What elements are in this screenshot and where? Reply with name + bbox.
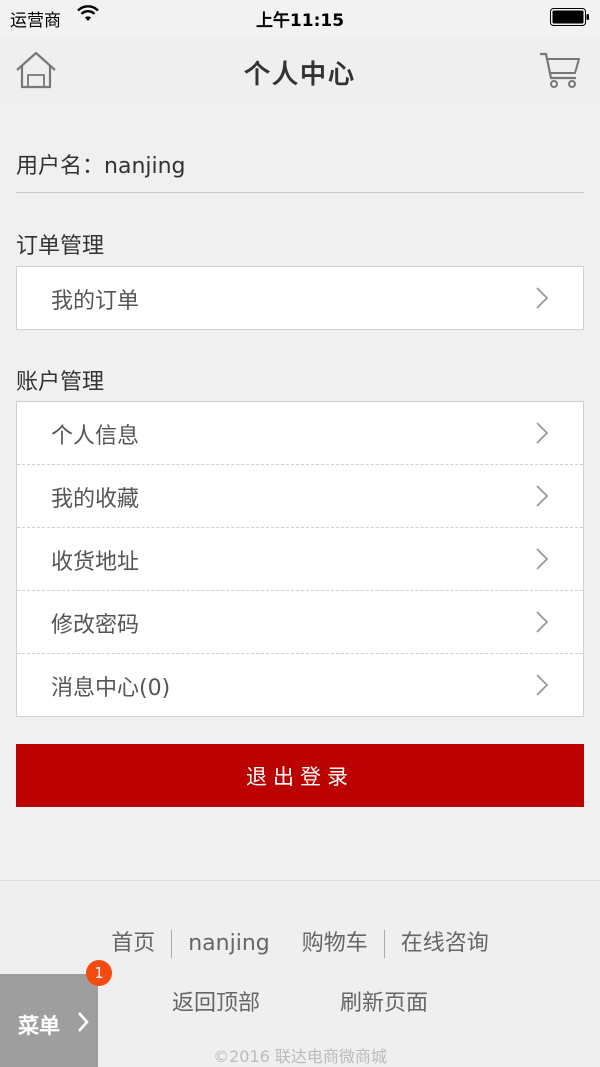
order-section-title: 订单管理 (16, 234, 105, 259)
footer-link-back-to-top[interactable]: 返回顶部 (172, 985, 260, 1017)
account-list: 个人信息 我的收藏 收货地址 修改密码 消息中心(0) (16, 401, 584, 717)
list-item-messages[interactable]: 消息中心(0) (17, 654, 583, 716)
list-item-label: 我的订单 (51, 289, 140, 314)
footer-link-refresh[interactable]: 刷新页面 (340, 985, 428, 1017)
chevron-right-icon (536, 674, 549, 696)
footer-link-user[interactable]: nanjing (172, 931, 286, 956)
battery-icon (550, 8, 589, 26)
list-item-label: 修改密码 (51, 613, 140, 638)
list-item-label: 个人信息 (51, 424, 140, 449)
username-row: 用户名：nanjing (16, 148, 584, 193)
list-item-label: 收货地址 (51, 550, 140, 575)
list-item-label: 消息中心(0) (51, 676, 171, 701)
list-item-change-password[interactable]: 修改密码 (17, 591, 583, 654)
chevron-right-icon (536, 548, 549, 570)
page-title: 个人中心 (243, 60, 356, 90)
chevron-right-icon (536, 287, 549, 309)
cart-icon (540, 52, 580, 88)
list-item-personal-info[interactable]: 个人信息 (17, 402, 583, 465)
chevron-right-icon (536, 422, 549, 444)
list-item-label: 我的收藏 (51, 487, 140, 512)
nav-bar: 个人中心 (0, 34, 600, 106)
order-list: 我的订单 (16, 266, 584, 330)
list-item-address[interactable]: 收货地址 (17, 528, 583, 591)
footer-link-home[interactable]: 首页 (95, 925, 171, 957)
page: 运营商 上午11:15 个人中心 用户名：nanjing 订单管理 我的订单 账… (0, 0, 600, 1067)
account-section-title: 账户管理 (16, 370, 105, 395)
chevron-right-icon (536, 485, 549, 507)
status-time: 上午11:15 (255, 11, 345, 31)
notification-badge: 1 (86, 960, 112, 986)
username-value: nanjing (104, 154, 186, 179)
logout-button[interactable]: 退出登录 (16, 744, 584, 807)
menu-label: 菜单 (18, 1014, 60, 1038)
footer-links: 首页 nanjing 购物车 在线咨询 (0, 925, 600, 958)
list-item-favorites[interactable]: 我的收藏 (17, 465, 583, 528)
chevron-right-icon (536, 611, 549, 633)
menu-button[interactable]: 菜单 (0, 974, 98, 1067)
footer-link-consult[interactable]: 在线咨询 (385, 925, 505, 957)
status-bar: 运营商 上午11:15 (0, 0, 600, 34)
cart-button[interactable] (538, 50, 582, 90)
chevron-right-icon (78, 1012, 89, 1032)
list-item-my-orders[interactable]: 我的订单 (17, 267, 583, 329)
username-label: 用户名： (16, 154, 105, 179)
footer-link-cart[interactable]: 购物车 (286, 925, 384, 957)
